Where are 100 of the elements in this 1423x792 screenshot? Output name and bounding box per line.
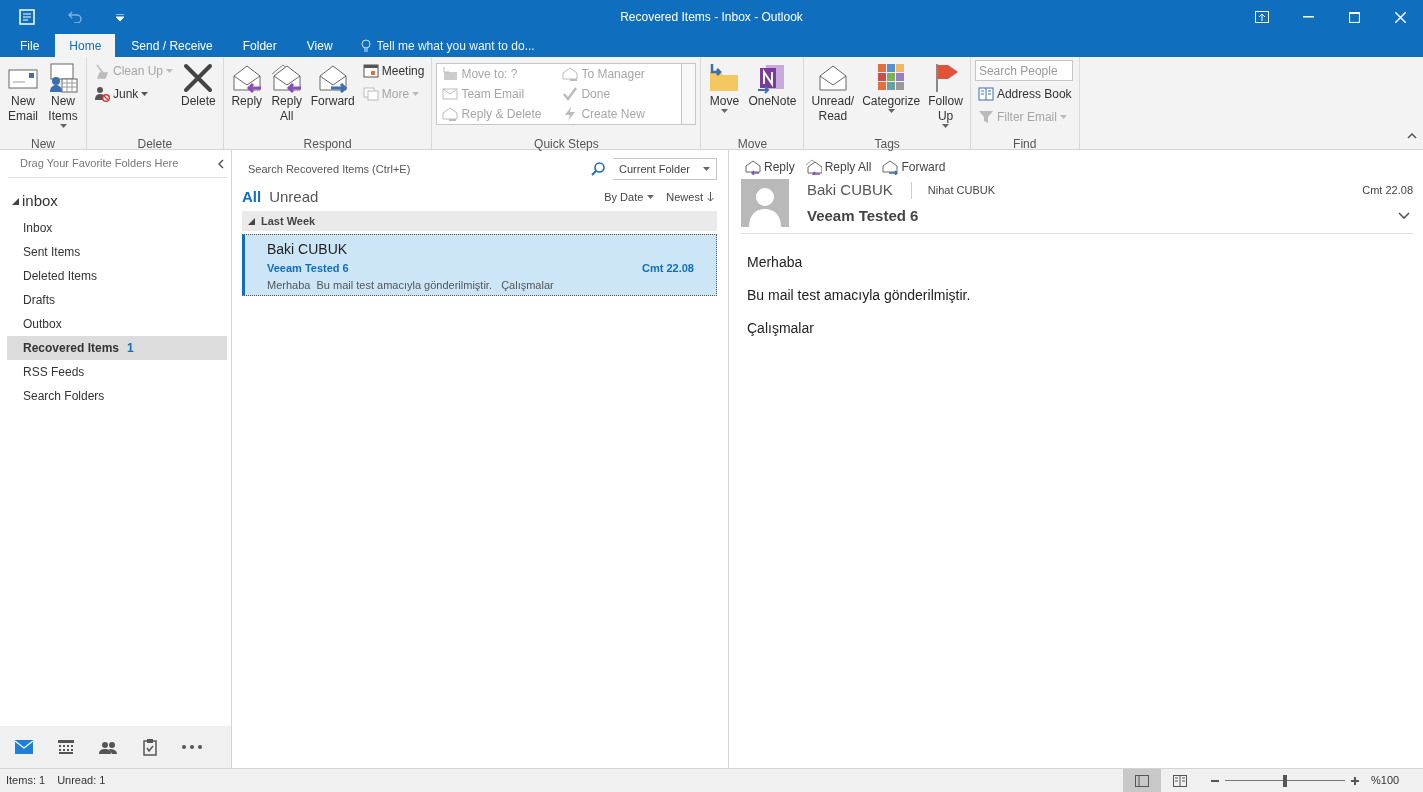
book-icon bbox=[977, 85, 994, 102]
sender-name: Baki CUBUK bbox=[267, 240, 349, 259]
unread-count: 1 bbox=[127, 339, 134, 357]
search-icon bbox=[591, 162, 605, 176]
folder-item[interactable]: Sent Items bbox=[7, 239, 227, 264]
caret-icon bbox=[703, 167, 710, 171]
ribbon-tab[interactable]: Send / Receive bbox=[117, 34, 227, 57]
zoom-level: %100 bbox=[1371, 773, 1401, 789]
broom-icon bbox=[94, 62, 110, 79]
ribbon-button[interactable]: Delete bbox=[178, 60, 219, 111]
ribbon-button[interactable]: Unread/ Read bbox=[808, 60, 858, 126]
caret-icon bbox=[116, 13, 124, 21]
ribbon-button[interactable]: Reply All bbox=[267, 60, 306, 126]
plus-icon bbox=[1351, 776, 1359, 785]
sort-dropdown[interactable]: By Date bbox=[604, 188, 655, 206]
folder-item[interactable]: Drafts bbox=[7, 287, 227, 312]
clipboard-check-icon bbox=[143, 738, 157, 756]
ribbon-button[interactable]: Meeting bbox=[359, 60, 428, 81]
reading-action-button[interactable]: Reply bbox=[741, 158, 799, 176]
search-people-field[interactable]: Search People bbox=[974, 60, 1073, 81]
body-paragraph: Merhaba bbox=[747, 254, 803, 270]
ribbon-button[interactable]: Move bbox=[705, 60, 744, 115]
group-label: New bbox=[31, 137, 55, 151]
folder-arrow-icon bbox=[442, 66, 459, 82]
ribbon-button[interactable]: Junk bbox=[91, 83, 177, 104]
ribbon-button[interactable]: Follow Up bbox=[925, 60, 966, 130]
ribbon-tab[interactable]: File bbox=[6, 34, 54, 57]
calendar-icon bbox=[58, 740, 74, 754]
ribbon-button[interactable]: Categorize bbox=[859, 60, 924, 115]
message-date: Cmt 22.08 bbox=[1362, 183, 1413, 198]
group-label: Tags bbox=[874, 137, 900, 151]
folder-item[interactable]: Recovered Items 1 bbox=[7, 335, 227, 360]
group-header[interactable]: Last Week bbox=[242, 211, 717, 231]
message-subject: Veeam Tested 6 bbox=[267, 261, 349, 276]
envelopes-left-arrow-icon bbox=[270, 62, 303, 94]
ribbon-button[interactable]: Address Book bbox=[974, 83, 1075, 104]
undo-icon bbox=[68, 11, 82, 23]
reading-action-button[interactable]: Reply All bbox=[801, 158, 876, 176]
minimize-icon bbox=[1302, 16, 1314, 18]
message-item[interactable]: Baki CUBUK Veeam Tested 6 Cmt 22.08 Merhaba Bu mail test amacıyla gönderilmiştir. Çalışmalar bbox=[242, 234, 717, 296]
envelope-right-arrow-icon bbox=[562, 66, 579, 82]
body-paragraph: Çalışmalar bbox=[747, 320, 814, 336]
message-subject: Veeam Tested 6 bbox=[807, 205, 919, 226]
folder-item[interactable]: Inbox bbox=[7, 215, 227, 240]
zoom-thumb[interactable] bbox=[1283, 774, 1287, 787]
folder-item[interactable]: RSS Feeds bbox=[7, 359, 227, 384]
filter-tab[interactable]: All bbox=[242, 185, 270, 209]
ribbon-tab[interactable]: Folder bbox=[228, 34, 291, 57]
delete-icon bbox=[182, 62, 215, 94]
tell-me-field[interactable]: Tell me what you want to do... bbox=[370, 36, 571, 55]
sender-name: Baki CUBUK bbox=[807, 180, 893, 200]
outlook-app-icon bbox=[18, 8, 36, 26]
ribbon-button[interactable]: New Items bbox=[44, 60, 82, 130]
window-title: Recovered Items - Inbox - Outlook bbox=[620, 10, 803, 24]
envelope-left-arrow-icon bbox=[442, 106, 459, 122]
ribbon-button[interactable]: Reply bbox=[227, 60, 266, 111]
reading-action-button[interactable]: Forward bbox=[878, 158, 950, 176]
caret-icon bbox=[942, 124, 950, 128]
account-header[interactable]: inbox bbox=[22, 190, 58, 213]
sort-order-button[interactable]: Newest bbox=[666, 188, 714, 206]
maximize-icon bbox=[1348, 11, 1360, 23]
chevron-down-icon bbox=[1398, 212, 1410, 220]
caret-icon bbox=[412, 91, 420, 96]
group-label: Move bbox=[737, 137, 768, 151]
folder-item[interactable]: Search Folders bbox=[7, 383, 227, 408]
recipient-name: Nihat CUBUK bbox=[910, 182, 996, 199]
ribbon-tab[interactable]: View bbox=[292, 34, 347, 57]
caret-icon bbox=[166, 68, 174, 73]
caret-icon bbox=[141, 91, 149, 96]
caret-icon bbox=[887, 109, 895, 113]
unread-count: Unread: 1 bbox=[57, 773, 106, 789]
envelope-right-arrow-icon bbox=[882, 159, 899, 175]
filter-tab[interactable]: Unread bbox=[269, 185, 327, 209]
ribbon-button[interactable]: New Email bbox=[4, 60, 42, 126]
calendar-icon bbox=[362, 62, 379, 79]
normal-view-icon bbox=[1135, 774, 1149, 787]
gallery-scrollbar[interactable] bbox=[682, 63, 697, 125]
envelope-left-arrow-icon bbox=[745, 159, 761, 175]
caret-icon bbox=[720, 109, 728, 113]
envelope-calendar-icon bbox=[47, 62, 79, 94]
filter-icon bbox=[977, 108, 994, 125]
group-label: Delete bbox=[137, 137, 173, 151]
folder-item[interactable]: Deleted Items bbox=[7, 263, 227, 288]
caret-icon bbox=[59, 124, 67, 128]
scope-dropdown[interactable]: Current Folder bbox=[613, 158, 717, 180]
folder-item[interactable]: Outbox bbox=[7, 311, 227, 336]
chevron-up-icon bbox=[1407, 132, 1417, 139]
stacked-windows-icon bbox=[362, 85, 379, 102]
down-arrow-icon bbox=[707, 192, 714, 202]
expand-triangle-icon bbox=[248, 217, 255, 225]
people-icon bbox=[99, 740, 117, 754]
body-paragraph: Bu mail test amacıyla gönderilmiştir. bbox=[747, 287, 971, 303]
favorites-hint: Drag Your Favorite Folders Here bbox=[20, 156, 179, 172]
caret-icon bbox=[1059, 114, 1067, 119]
view-button[interactable] bbox=[1123, 769, 1161, 792]
ribbon-button[interactable]: OneNote bbox=[745, 60, 800, 111]
envelope-icon bbox=[442, 86, 459, 102]
ribbon-tab[interactable]: Home bbox=[55, 34, 116, 57]
envelopes-left-arrow-icon bbox=[805, 159, 822, 175]
ribbon-button[interactable]: Forward bbox=[307, 60, 358, 111]
